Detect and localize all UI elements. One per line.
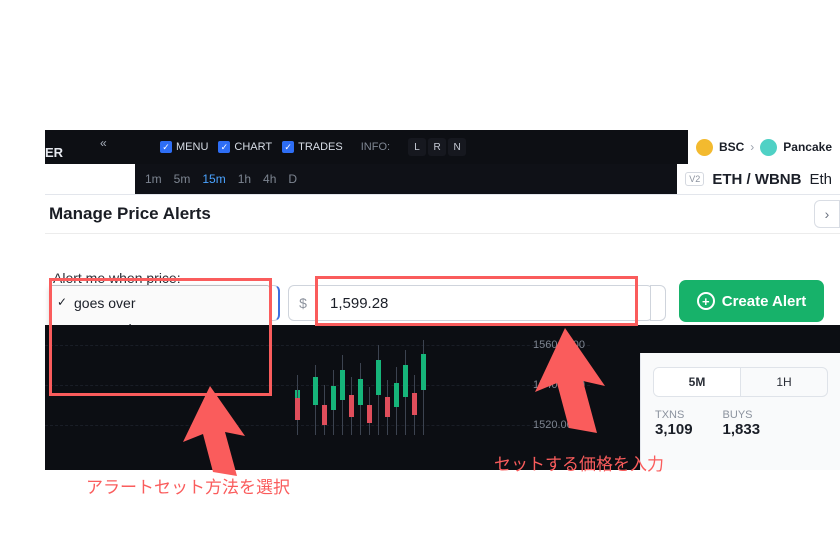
info-l-button[interactable]: L [408,138,426,156]
bsc-icon [696,139,713,156]
pancake-icon [760,139,777,156]
info-label: INFO: [361,141,390,153]
txns-value: 3,109 [655,421,693,438]
pair-symbol[interactable]: ETH / WBNB [712,171,801,188]
time-segment[interactable]: 5M 1H [653,367,828,397]
pair-tail: Eth [809,171,832,188]
dropdown-option[interactable]: goes over [50,290,269,316]
create-alert-button[interactable]: + Create Alert [679,280,824,322]
chevron-right-icon: › [750,140,754,154]
tf-15m[interactable]: 15m [202,172,225,186]
trades-checkbox[interactable]: ✓TRADES [282,141,343,153]
menu-checkbox[interactable]: ✓MENU [160,141,208,153]
annotation-arrow-right [525,328,605,433]
tf-5m[interactable]: 5m [174,172,191,186]
collapse-icon[interactable]: « [100,136,107,150]
chain-bsc[interactable]: BSC [719,140,744,154]
buys-value: 1,833 [723,421,761,438]
dex-pancake[interactable]: Pancake [783,140,832,154]
modal-title: Manage Price Alerts [45,204,211,224]
create-alert-label: Create Alert [722,293,806,310]
info-r-button[interactable]: R [428,138,446,156]
annotation-arrow-left [175,386,245,476]
currency-prefix: $ [288,285,318,321]
annotation-text-left: アラートセット方法を選択 [86,473,290,498]
annotation-text-right: セットする価格を入力 [494,450,664,475]
modal-header: Manage Price Alerts › [45,194,840,234]
tf-1m[interactable]: 1m [145,172,162,186]
chart-checkbox[interactable]: ✓CHART [218,141,272,153]
segment-1h[interactable]: 1H [741,368,827,396]
select-remnant [270,285,280,321]
txns-heading: TXNS [655,409,693,421]
tf-4h[interactable]: 4h [263,172,276,186]
price-input[interactable] [318,285,653,321]
modal-next-button[interactable]: › [814,200,840,228]
app-suffix: ER [45,145,63,160]
price-input-tail [650,285,666,321]
version-badge: V2 [685,172,704,186]
stats-panel: 5M 1H TXNS 3,109 BUYS 1,833 [640,353,840,470]
segment-5m[interactable]: 5M [654,368,741,396]
tf-1h[interactable]: 1h [238,172,251,186]
plus-circle-icon: + [697,292,715,310]
tf-d[interactable]: D [288,172,297,186]
alert-label: Alert me when price: [53,270,181,286]
top-toolbar: « ER ✓MENU ✓CHART ✓TRADES INFO: L R N BS… [45,130,840,164]
buys-heading: BUYS [723,409,761,421]
info-n-button[interactable]: N [448,138,466,156]
